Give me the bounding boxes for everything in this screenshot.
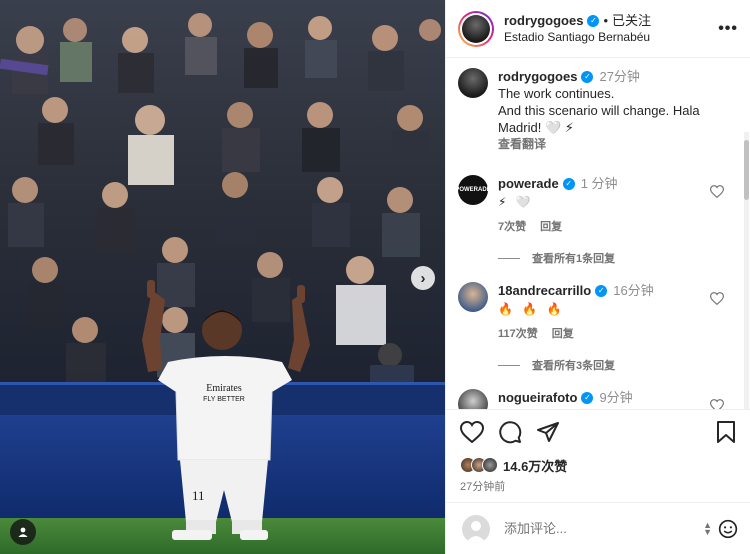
- emoji-picker-button[interactable]: [718, 519, 738, 539]
- svg-text:11: 11: [192, 488, 205, 503]
- send-icon: [537, 421, 559, 442]
- bookmark-icon: [717, 420, 735, 443]
- likes-summary: 14.6万次赞: [446, 453, 750, 477]
- following-button[interactable]: 已关注: [612, 13, 651, 29]
- post-header: rodrygogoes ✓ • 已关注 Estadio Santiago Ber…: [446, 0, 750, 58]
- like-comment-heart-icon[interactable]: [710, 399, 724, 409]
- comment-text: ⚡ 🤍: [498, 195, 534, 209]
- comment-text: 💪 ⚡: [498, 408, 738, 409]
- avatar[interactable]: [458, 68, 488, 98]
- author-username[interactable]: rodrygogoes: [504, 13, 583, 29]
- view-replies-button[interactable]: 查看所有1条回复: [498, 250, 738, 266]
- comment-username[interactable]: nogueirafoto: [498, 389, 577, 406]
- chevron-right-icon: ›: [420, 269, 426, 287]
- comment-username[interactable]: powerade: [498, 175, 559, 192]
- comment-time: 9分钟: [599, 390, 633, 405]
- avatar[interactable]: [458, 389, 488, 409]
- comment-icon: [499, 420, 522, 443]
- caption-time: 27分钟: [599, 69, 640, 84]
- post-timestamp: 27分钟前: [460, 481, 506, 493]
- story-ring[interactable]: [458, 10, 494, 47]
- caption-username[interactable]: rodrygogoes: [498, 68, 577, 85]
- separator-dot: •: [603, 12, 609, 28]
- svg-text:Emirates: Emirates: [206, 383, 242, 394]
- reply-button[interactable]: 回复: [540, 219, 562, 236]
- next-photo-button[interactable]: ›: [411, 266, 435, 290]
- heart-icon: [460, 420, 484, 443]
- verified-badge-icon: ✓: [581, 70, 594, 83]
- save-button[interactable]: [716, 420, 736, 443]
- caption-line-1: The work continues.: [498, 86, 615, 101]
- instagram-post: Emirates FLY BETTER 11 › rodrygogoes ✓ •…: [0, 0, 750, 554]
- caption: rodrygogoes ✓ 27分钟 The work continues. A…: [458, 68, 738, 153]
- like-button[interactable]: [460, 420, 484, 443]
- comment-item: POWERADE powerade ✓ 1 分钟 ⚡ 🤍 7次赞 回复: [455, 175, 738, 236]
- reply-button[interactable]: 回复: [552, 326, 574, 343]
- like-comment-heart-icon[interactable]: [710, 292, 724, 305]
- add-comment-bar: ▲▼: [446, 502, 750, 554]
- comments-list[interactable]: rodrygogoes ✓ 27分钟 The work continues. A…: [446, 58, 750, 409]
- post-side-panel: rodrygogoes ✓ • 已关注 Estadio Santiago Ber…: [445, 0, 750, 554]
- see-translation-link[interactable]: 查看翻译: [498, 136, 738, 153]
- action-bar: [446, 409, 750, 453]
- svg-text:FLY BETTER: FLY BETTER: [203, 396, 245, 403]
- smiley-icon: [718, 519, 738, 538]
- avatar: [462, 14, 490, 43]
- caption-line-2: And this scenario will change. Hala Madr…: [498, 103, 700, 135]
- avatar: [482, 457, 498, 473]
- post-media[interactable]: Emirates FLY BETTER 11 ›: [0, 0, 445, 554]
- person-tag-icon: [18, 527, 28, 537]
- resize-handle-icon[interactable]: ▲ ▼: [703, 520, 712, 536]
- share-button[interactable]: [536, 420, 560, 444]
- comment-input[interactable]: [504, 521, 704, 536]
- verified-badge-icon: ✓: [587, 14, 600, 27]
- comment-text: 🔥 🔥 🔥: [498, 302, 565, 316]
- verified-badge-icon: ✓: [581, 391, 594, 404]
- comment-item: nogueirafoto ✓ 9分钟 💪 ⚡: [458, 389, 738, 409]
- location-link[interactable]: Estadio Santiago Bernabéu: [504, 29, 718, 45]
- post-photo: Emirates FLY BETTER 11: [0, 0, 445, 554]
- avatar: [462, 514, 490, 543]
- avatar[interactable]: POWERADE: [455, 175, 491, 205]
- verified-badge-icon: ✓: [595, 284, 608, 297]
- comment-likes[interactable]: 117次赞: [498, 326, 538, 343]
- comment-username[interactable]: 18andrecarrillo: [498, 282, 591, 299]
- comments-scrollbar[interactable]: [743, 124, 750, 409]
- verified-badge-icon: ✓: [562, 177, 575, 190]
- avatar[interactable]: [458, 282, 488, 312]
- like-comment-heart-icon[interactable]: [710, 185, 724, 198]
- comment-time: 1 分钟: [580, 176, 618, 191]
- comment-likes[interactable]: 7次赞: [498, 219, 526, 236]
- scrollbar-thumb[interactable]: [744, 140, 749, 200]
- comment-button[interactable]: [498, 420, 522, 444]
- view-replies-button[interactable]: 查看所有3条回复: [498, 357, 738, 373]
- likes-count[interactable]: 14.6万次赞: [503, 456, 567, 475]
- more-options-icon[interactable]: •••: [718, 20, 738, 38]
- tagged-people-button[interactable]: [10, 519, 36, 545]
- comment-time: 16分钟: [613, 283, 654, 298]
- comment-item: 18andrecarrillo ✓ 16分钟 🔥 🔥 🔥 117次赞 回复: [458, 282, 738, 343]
